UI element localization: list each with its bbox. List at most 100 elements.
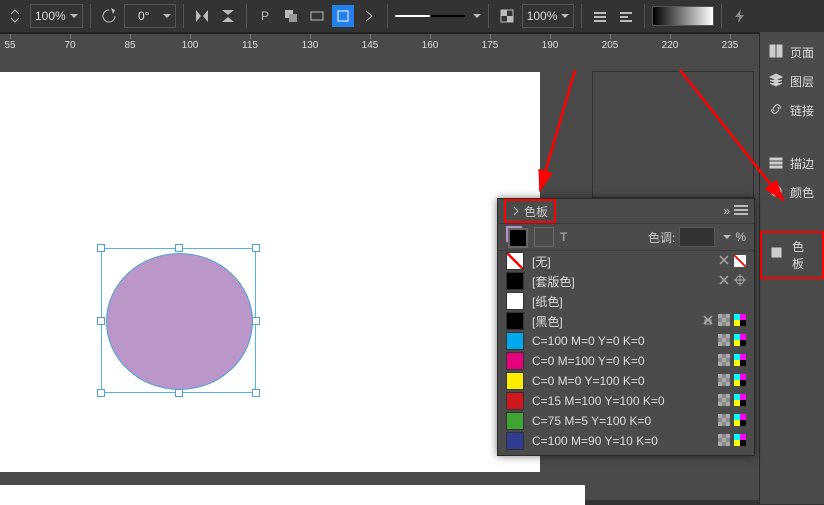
tint-unit: %	[735, 230, 746, 244]
ruler-label: 100	[182, 40, 199, 51]
ruler-label: 85	[124, 40, 135, 51]
cmyk-icon	[734, 334, 746, 349]
stroke-swatch[interactable]	[395, 7, 465, 25]
cmyk-icon	[734, 434, 746, 449]
fill-stroke-proxy[interactable]	[506, 226, 528, 248]
resize-handle-n[interactable]	[175, 244, 183, 252]
swatches-tab[interactable]: 色板	[504, 199, 556, 223]
resize-handle-s[interactable]	[175, 389, 183, 397]
swatch-chip	[506, 372, 524, 390]
grid-icon	[718, 434, 730, 449]
resize-handle-ne[interactable]	[252, 244, 260, 252]
ruler-label: 220	[662, 40, 679, 51]
opacity-combo[interactable]: 100%	[522, 4, 575, 28]
svg-text:P: P	[261, 9, 269, 23]
swatch-name: C=100 M=90 Y=10 K=0	[532, 434, 710, 448]
sidebar-item-links[interactable]: 链接	[760, 96, 824, 125]
swatch-row[interactable]: [黑色]	[498, 311, 754, 331]
swatch-chip	[506, 412, 524, 430]
effects-icon-1[interactable]	[589, 5, 611, 27]
chevron-right-icon[interactable]	[358, 5, 380, 27]
document-page[interactable]	[0, 72, 540, 472]
horizontal-ruler[interactable]: 557085100115130145160175190205220235250	[0, 33, 824, 62]
panel-collapse-icon[interactable]: »	[723, 204, 728, 218]
resize-handle-sw[interactable]	[97, 389, 105, 397]
rotation-combo[interactable]: 0°	[124, 4, 176, 28]
swatch-row[interactable]: [套版色]	[498, 271, 754, 291]
swatch-row[interactable]: C=75 M=5 Y=100 K=0	[498, 411, 754, 431]
swatch-chip	[506, 292, 524, 310]
right-sidebar: 页面图层链接描边颜色色板	[759, 32, 824, 504]
thunderbolt-icon[interactable]	[729, 5, 751, 27]
flip-vertical-icon[interactable]	[217, 5, 239, 27]
resize-handle-nw[interactable]	[97, 244, 105, 252]
transform-icon[interactable]	[306, 5, 328, 27]
sidebar-label: 页面	[790, 44, 814, 61]
swatch-row[interactable]: C=100 M=90 Y=10 K=0	[498, 431, 754, 451]
swatch-row[interactable]: [纸色]	[498, 291, 754, 311]
gradient-swatch[interactable]	[652, 6, 714, 26]
swatches-tab-label: 色板	[524, 203, 548, 220]
swatch-row[interactable]: C=0 M=0 Y=100 K=0	[498, 371, 754, 391]
sidebar-label: 链接	[790, 102, 814, 119]
sidebar-item-color[interactable]: 颜色	[760, 178, 824, 207]
cmyk-icon	[734, 414, 746, 429]
ruler-label: 145	[362, 40, 379, 51]
swatch-chip	[506, 432, 524, 450]
container-formatting-icon[interactable]	[534, 227, 554, 247]
swatch-options-row: T 色调: %	[498, 224, 754, 251]
resize-handle-se[interactable]	[252, 389, 260, 397]
swatch-chip	[506, 252, 524, 270]
tint-control: 色调: %	[648, 227, 746, 247]
sidebar-item-swatches[interactable]: 色板	[760, 231, 824, 279]
tint-input[interactable]	[679, 227, 715, 247]
grid-icon	[718, 334, 730, 349]
frame-fill-icon[interactable]	[332, 5, 354, 27]
stepper-up-down-icon[interactable]	[4, 5, 26, 27]
sidebar-item-stroke[interactable]: 描边	[760, 149, 824, 178]
ruler-label: 70	[64, 40, 75, 51]
opacity-icon[interactable]	[496, 5, 518, 27]
flip-horizontal-icon[interactable]	[191, 5, 213, 27]
resize-handle-e[interactable]	[252, 317, 260, 325]
layers-icon	[768, 72, 784, 91]
effects-icon-2[interactable]	[615, 5, 637, 27]
cmyk-icon	[734, 374, 746, 389]
cmyk-icon	[734, 314, 746, 329]
panel-menu-icon[interactable]	[734, 203, 748, 220]
swatch-chip	[506, 392, 524, 410]
grid-icon	[718, 394, 730, 409]
anchor-point-icon[interactable]: P	[254, 5, 276, 27]
xlock-icon	[702, 314, 714, 329]
swatch-chip	[506, 332, 524, 350]
ruler-label: 115	[242, 40, 258, 51]
swatch-row[interactable]: C=100 M=0 Y=0 K=0	[498, 331, 754, 351]
links-icon	[768, 101, 784, 120]
sidebar-label: 颜色	[790, 184, 814, 201]
stroke-chevron-icon[interactable]	[473, 14, 481, 18]
ruler-label: 130	[302, 40, 319, 51]
swatch-chip	[506, 352, 524, 370]
swatch-row[interactable]: C=0 M=100 Y=0 K=0	[498, 351, 754, 371]
resize-handle-w[interactable]	[97, 317, 105, 325]
ruler-label: 235	[722, 40, 739, 51]
arrange-icon[interactable]	[280, 5, 302, 27]
swatch-list[interactable]: [无][套版色] [纸色][黑色]C=100 M=0 Y=0 K=0 C=0 M=1…	[498, 251, 754, 455]
text-formatting-icon[interactable]: T	[560, 230, 567, 244]
cmyk-icon	[734, 354, 746, 369]
sidebar-item-page[interactable]: 页面	[760, 38, 824, 67]
swatch-name: C=15 M=100 Y=100 K=0	[532, 394, 710, 408]
swatch-name: C=75 M=5 Y=100 K=0	[532, 414, 710, 428]
swatches-icon	[770, 246, 786, 265]
rotate-icon[interactable]	[98, 5, 120, 27]
swatch-row[interactable]: C=15 M=100 Y=100 K=0	[498, 391, 754, 411]
swatch-row[interactable]: [无]	[498, 251, 754, 271]
sidebar-item-layers[interactable]: 图层	[760, 67, 824, 96]
swatch-name: C=0 M=100 Y=0 K=0	[532, 354, 710, 368]
swatch-name: C=0 M=0 Y=100 K=0	[532, 374, 710, 388]
swatches-panel[interactable]: 色板 » T 色调: % [无][套版色] [纸色][黑色]C=100 M=0 Y…	[497, 198, 755, 456]
zoom-combo[interactable]: 100%	[30, 4, 83, 28]
selected-ellipse[interactable]	[101, 248, 256, 393]
swatch-name: [纸色]	[532, 293, 738, 310]
x-icon	[718, 254, 730, 269]
